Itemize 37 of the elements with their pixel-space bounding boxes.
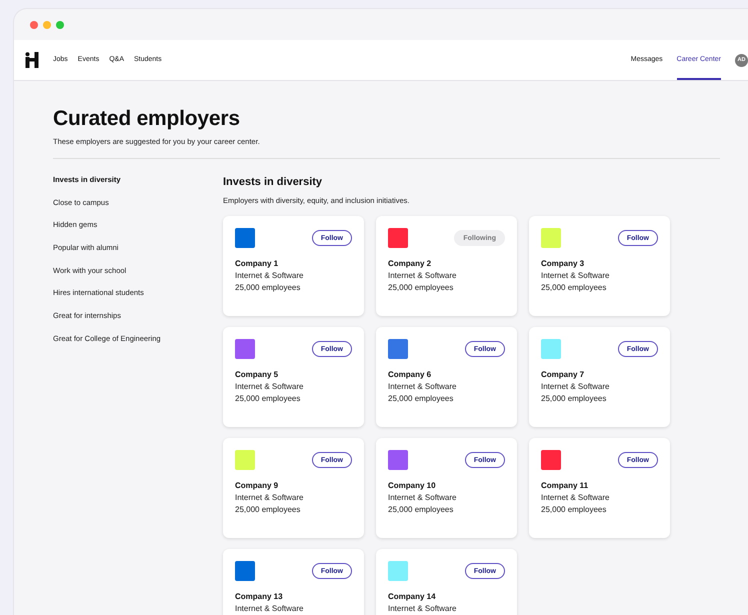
logo-icon[interactable] <box>25 52 39 68</box>
company-industry: Internet & Software <box>235 270 304 282</box>
company-size: 25,000 employees <box>388 393 454 405</box>
company-industry: Internet & Software <box>388 492 458 504</box>
company-name: Company 10 <box>388 480 437 492</box>
company-name: Company 2 <box>388 258 432 270</box>
company-size: 25,000 employees <box>235 282 302 294</box>
company-name: Company 3 <box>541 258 586 270</box>
company-industry: Internet & Software <box>388 603 458 615</box>
company-name: Company 13 <box>235 591 284 603</box>
company-size: 25,000 employees <box>235 504 302 516</box>
zoom-dot-icon[interactable] <box>56 20 64 28</box>
company-size: 25,000 employees <box>235 393 302 405</box>
company-industry: Internet & Software <box>541 270 610 282</box>
company-name: Company 6 <box>388 369 432 381</box>
company-size: 25,000 employees <box>388 504 454 516</box>
company-industry: Internet & Software <box>388 381 458 393</box>
company-industry: Internet & Software <box>388 270 458 282</box>
minimize-dot-icon[interactable] <box>43 20 51 28</box>
company-name: Company 5 <box>235 369 280 381</box>
company-size: 25,000 employees <box>541 282 608 294</box>
company-size: 25,000 employees <box>541 504 608 516</box>
company-name: Company 14 <box>388 591 437 603</box>
company-industry: Internet & Software <box>235 492 304 504</box>
company-industry: Internet & Software <box>541 381 610 393</box>
company-name: Company 1 <box>235 258 280 270</box>
company-name: Company 11 <box>541 480 590 492</box>
company-name: Company 7 <box>541 369 586 381</box>
company-name: Company 9 <box>235 480 280 492</box>
company-size: 25,000 employees <box>388 282 454 294</box>
section-title: Invests in diversity <box>223 176 324 188</box>
company-size: 25,000 employees <box>541 393 608 405</box>
company-industry: Internet & Software <box>541 492 610 504</box>
close-dot-icon[interactable] <box>30 20 38 28</box>
company-industry: Internet & Software <box>235 603 304 615</box>
page-title: Curated employers <box>53 107 241 131</box>
company-industry: Internet & Software <box>235 381 304 393</box>
